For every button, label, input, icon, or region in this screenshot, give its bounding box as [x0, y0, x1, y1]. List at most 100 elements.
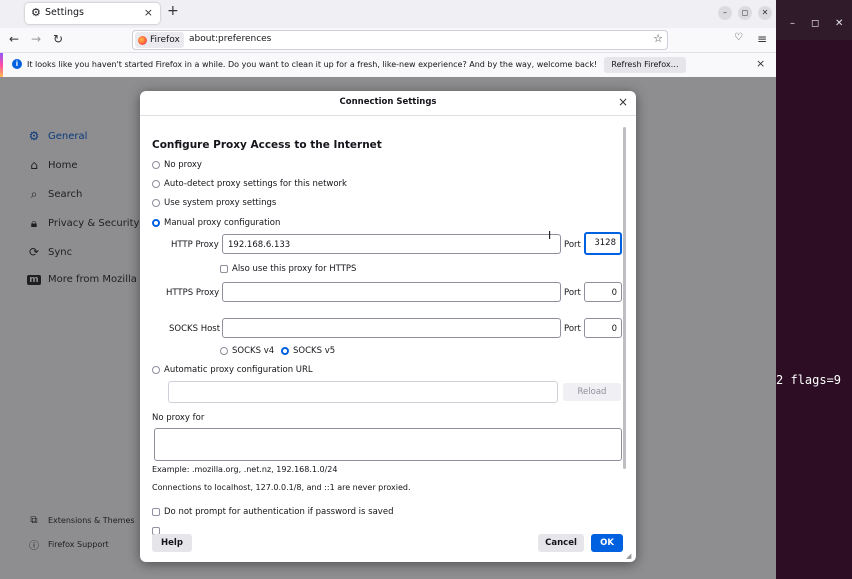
- tab-title: Settings: [45, 7, 84, 18]
- no-proxy-example: Example: .mozilla.org, .net.nz, 192.168.…: [152, 465, 338, 474]
- radio-socks-v5[interactable]: SOCKS v5: [281, 346, 335, 356]
- terminal-minimize-button[interactable]: –: [790, 18, 795, 29]
- sidebar-item-support[interactable]: ⓘ Firefox Support: [27, 537, 109, 552]
- dialog-title: Connection Settings: [339, 97, 437, 107]
- socks-port-label: Port: [564, 324, 581, 334]
- https-port-input[interactable]: 0: [584, 282, 622, 302]
- radio-system-proxy[interactable]: Use system proxy settings: [152, 198, 276, 208]
- lock-icon: 🔒︎: [30, 216, 38, 230]
- radio-label: Automatic proxy configuration URL: [164, 365, 313, 375]
- radio-socks-v4[interactable]: SOCKS v4: [220, 346, 274, 356]
- sidebar-item-label: Home: [48, 159, 78, 171]
- refresh-notification-bar: i It looks like you haven't started Fire…: [0, 52, 776, 78]
- ok-button[interactable]: OK: [591, 534, 623, 552]
- refresh-firefox-button[interactable]: Refresh Firefox…: [604, 57, 686, 73]
- radio-indicator[interactable]: [152, 180, 160, 188]
- new-tab-button[interactable]: +: [167, 3, 179, 19]
- search-icon: ⌕: [30, 187, 38, 201]
- radio-indicator[interactable]: [220, 347, 228, 355]
- radio-manual-proxy[interactable]: Manual proxy configuration: [152, 218, 280, 228]
- identity-label: Firefox: [150, 35, 180, 45]
- sidebar-item-extensions[interactable]: ⧉ Extensions & Themes: [27, 515, 135, 526]
- sidebar-item-search[interactable]: ⌕ Search: [27, 187, 83, 202]
- https-proxy-label: HTTPS Proxy: [166, 288, 220, 298]
- sidebar-item-home[interactable]: ⌂ Home: [27, 158, 78, 172]
- sidebar-item-general[interactable]: ⚙ General: [27, 129, 88, 143]
- terminal-maximize-button[interactable]: ◻: [811, 18, 819, 29]
- info-icon: i: [12, 59, 22, 69]
- tab-close-button[interactable]: ×: [144, 6, 153, 19]
- sidebar-item-label: Firefox Support: [48, 540, 109, 549]
- back-arrow-icon[interactable]: ←: [9, 32, 19, 46]
- forward-arrow-icon[interactable]: →: [31, 32, 41, 46]
- reload-button[interactable]: Reload: [563, 383, 621, 401]
- https-proxy-input[interactable]: [222, 282, 561, 302]
- dialog-divider: [140, 115, 636, 116]
- radio-indicator[interactable]: [152, 219, 160, 227]
- puzzle-icon: ⧉: [30, 515, 38, 526]
- sidebar-item-privacy[interactable]: 🔒︎ Privacy & Security: [27, 216, 140, 231]
- resize-grip-icon[interactable]: ◢: [626, 552, 631, 560]
- sidebar-item-label: General: [48, 130, 88, 142]
- checkbox[interactable]: [220, 265, 228, 273]
- sync-icon: ⟳: [28, 245, 40, 259]
- socks-host-input[interactable]: [222, 318, 561, 338]
- help-button[interactable]: Help: [152, 534, 192, 552]
- reload-icon[interactable]: ↻: [53, 32, 63, 46]
- http-port-input[interactable]: 3128: [584, 232, 622, 255]
- terminal-output: 2 flags=9: [776, 373, 842, 387]
- sidebar-item-label: Search: [48, 189, 83, 200]
- checkbox[interactable]: [152, 508, 160, 516]
- sidebar-item-label: Privacy & Security: [48, 218, 140, 229]
- dialog-close-button[interactable]: ×: [618, 95, 628, 109]
- menu-icon[interactable]: ≡: [757, 32, 767, 46]
- no-proxy-for-textarea[interactable]: [154, 428, 622, 461]
- tab-strip: ⚙ Settings × + – ◻ ✕: [0, 0, 776, 28]
- dialog-scrollbar[interactable]: [623, 127, 626, 469]
- sidebar-item-sync[interactable]: ⟳ Sync: [27, 245, 72, 259]
- mozilla-icon: m: [27, 274, 41, 285]
- maximize-button[interactable]: ◻: [738, 6, 752, 20]
- no-prompt-auth-checkbox-row[interactable]: Do not prompt for authentication if pass…: [152, 507, 393, 517]
- close-window-button[interactable]: ✕: [758, 6, 772, 20]
- terminal-close-button[interactable]: ✕: [835, 18, 843, 29]
- minimize-button[interactable]: –: [718, 6, 732, 20]
- auto-config-url-input[interactable]: [168, 381, 558, 403]
- sidebar-item-label: Sync: [48, 246, 73, 258]
- http-proxy-input[interactable]: 192.168.6.133: [222, 234, 561, 254]
- firefox-window: ⚙ Settings × + – ◻ ✕ ← → ↻ ♡ ≡ Firefox a…: [0, 0, 776, 579]
- socks-port-input[interactable]: 0: [584, 318, 622, 338]
- sidebar-item-label: Extensions & Themes: [48, 516, 135, 525]
- sidebar-item-label: More from Mozilla: [48, 274, 137, 285]
- help-icon: ⓘ: [29, 541, 39, 552]
- radio-auto-detect[interactable]: Auto-detect proxy settings for this netw…: [152, 179, 347, 189]
- also-https-checkbox-row[interactable]: Also use this proxy for HTTPS: [220, 264, 356, 274]
- tab-settings[interactable]: ⚙ Settings ×: [25, 3, 160, 24]
- radio-label: Use system proxy settings: [164, 198, 277, 208]
- http-port-label: Port: [564, 240, 581, 250]
- notification-message: It looks like you haven't started Firefo…: [27, 60, 598, 69]
- radio-indicator[interactable]: [152, 161, 160, 169]
- radio-auto-config-url[interactable]: Automatic proxy configuration URL: [152, 365, 313, 375]
- url-bar[interactable]: Firefox about:preferences ☆: [132, 30, 668, 50]
- sidebar-item-more-from-mozilla[interactable]: m More from Mozilla: [27, 274, 137, 285]
- http-proxy-label: HTTP Proxy: [171, 240, 219, 250]
- identity-box[interactable]: Firefox: [135, 32, 184, 48]
- terminal-titlebar: – ◻ ✕: [776, 0, 852, 40]
- notification-close-button[interactable]: ×: [756, 57, 765, 70]
- radio-indicator[interactable]: [152, 199, 160, 207]
- firefox-logo-icon: [138, 35, 147, 45]
- gear-icon: ⚙: [28, 129, 40, 143]
- text-cursor-icon: I: [548, 229, 552, 242]
- radio-no-proxy[interactable]: No proxy: [152, 160, 202, 170]
- radio-label: No proxy: [164, 160, 202, 170]
- radio-indicator[interactable]: [281, 347, 289, 355]
- localhost-note: Connections to localhost, 127.0.0.1/8, a…: [152, 483, 411, 492]
- proxy-heading: Configure Proxy Access to the Internet: [152, 139, 382, 151]
- radio-label: Manual proxy configuration: [164, 218, 281, 228]
- url-text[interactable]: about:preferences: [189, 34, 271, 44]
- cancel-button[interactable]: Cancel: [538, 534, 584, 552]
- radio-indicator[interactable]: [152, 366, 160, 374]
- bookmark-star-icon[interactable]: ☆: [653, 32, 663, 45]
- pocket-icon[interactable]: ♡: [734, 32, 743, 43]
